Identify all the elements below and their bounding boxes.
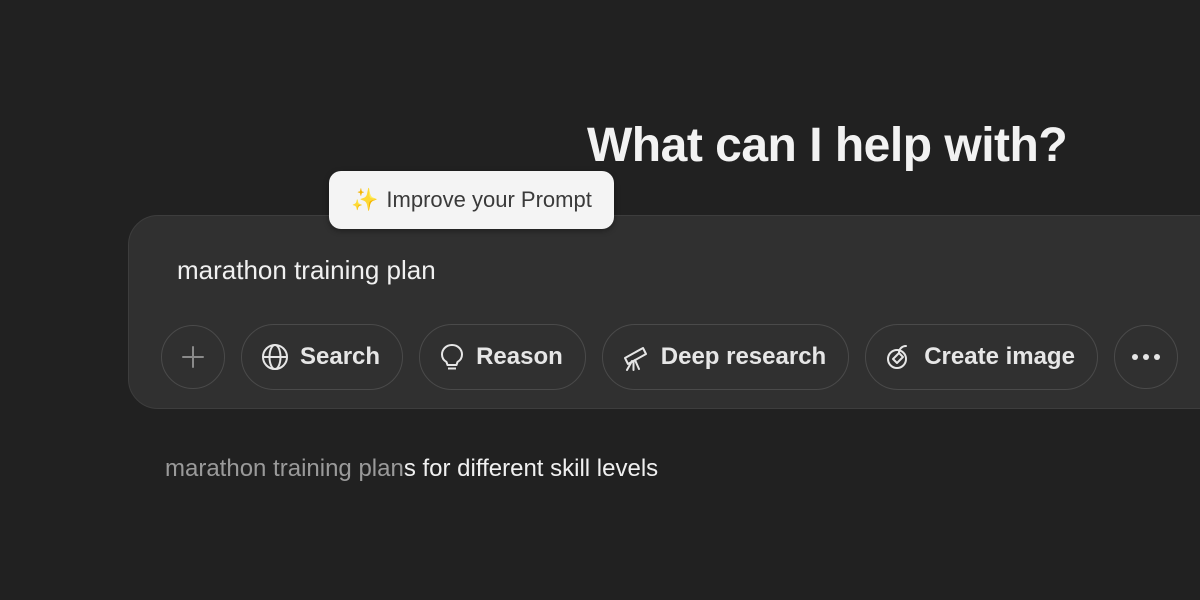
add-attachment-button[interactable] <box>161 325 225 389</box>
page: What can I help with? ✨ Improve your Pro… <box>0 0 1200 600</box>
page-title: What can I help with? <box>587 119 1068 172</box>
plus-icon <box>180 344 206 370</box>
composer-toolbar: Search Reason Deep research Create image <box>161 324 1178 390</box>
reason-button[interactable]: Reason <box>419 324 586 390</box>
prompt-composer: Search Reason Deep res <box>128 215 1200 409</box>
sparkles-icon: ✨ <box>351 187 379 212</box>
improve-prompt-label: Improve your Prompt <box>386 187 592 212</box>
more-icon <box>1131 353 1161 361</box>
suggestion-completion-text: s for different skill levels <box>403 455 659 482</box>
prompt-input[interactable] <box>177 250 1077 290</box>
suggestion-typed-text: marathon training plan <box>165 455 404 482</box>
lightbulb-icon <box>438 342 466 372</box>
search-button-label: Search <box>300 343 381 370</box>
create-image-button-label: Create image <box>924 343 1075 370</box>
autocomplete-suggestion[interactable]: marathon training plans for different sk… <box>165 455 658 483</box>
globe-icon <box>260 342 290 372</box>
more-tools-button[interactable] <box>1113 325 1178 389</box>
improve-prompt-button[interactable]: ✨ Improve your Prompt <box>329 171 614 229</box>
deep-research-button[interactable]: Deep research <box>601 324 850 390</box>
paint-brush-icon <box>884 342 914 372</box>
create-image-button[interactable]: Create image <box>865 324 1098 390</box>
search-button[interactable]: Search <box>241 324 404 390</box>
reason-button-label: Reason <box>476 343 563 370</box>
telescope-icon <box>621 342 651 372</box>
deep-research-button-label: Deep research <box>660 343 827 370</box>
